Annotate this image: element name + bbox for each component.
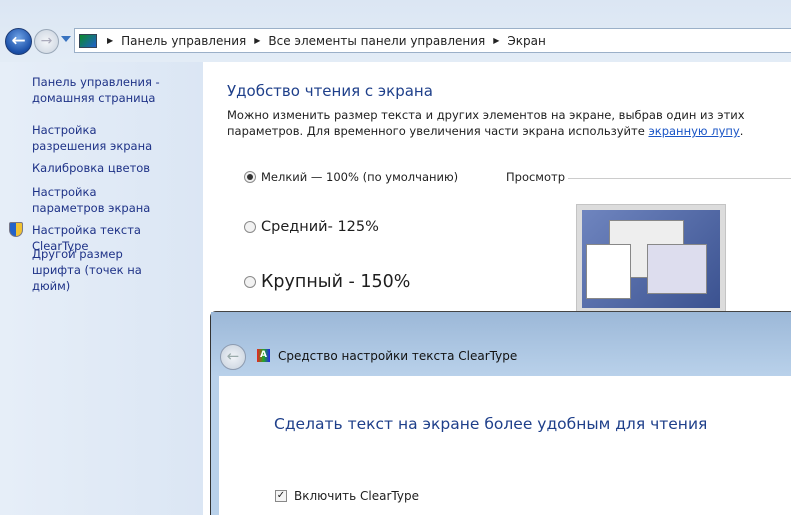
cleartype-body: Сделать текст на экране более удобным дл… bbox=[219, 376, 791, 515]
back-button[interactable]: ← bbox=[220, 344, 246, 370]
checkbox[interactable]: ✓ bbox=[275, 490, 287, 502]
option-large-label: Крупный - 150% bbox=[261, 272, 411, 292]
sidebar-item-home[interactable]: Панель управления - домашняя страница bbox=[32, 74, 162, 106]
cleartype-icon: A bbox=[257, 349, 270, 362]
recent-pages-dropdown[interactable] bbox=[61, 36, 71, 42]
forward-button[interactable]: → bbox=[34, 29, 59, 54]
address-bar[interactable]: ▶ Панель управления ▶ Все элементы панел… bbox=[74, 28, 791, 53]
preview-image bbox=[576, 204, 726, 314]
sidebar-item-dpi[interactable]: Другой размер шрифта (точек на дюйм) bbox=[32, 246, 172, 294]
sidebar-item-calibrate[interactable]: Калибровка цветов bbox=[32, 160, 197, 176]
back-button[interactable]: ← bbox=[5, 28, 32, 55]
option-medium[interactable]: Средний- 125% bbox=[244, 219, 379, 235]
cleartype-heading: Сделать текст на экране более удобным дл… bbox=[274, 415, 708, 433]
navigation-bar: ← → ▶ Панель управления ▶ Все элементы п… bbox=[0, 0, 791, 62]
cleartype-window-title: Средство настройки текста ClearType bbox=[278, 349, 518, 363]
radio-medium[interactable] bbox=[244, 221, 256, 233]
description: Можно изменить размер текста и других эл… bbox=[227, 107, 791, 139]
option-small-label: Мелкий — 100% (по умолчанию) bbox=[261, 170, 459, 184]
breadcrumb-separator[interactable]: ▶ bbox=[107, 36, 113, 45]
sidebar-item-resolution[interactable]: Настройка разрешения экрана bbox=[32, 122, 172, 154]
cleartype-title-bar: ← A Средство настройки текста ClearType bbox=[211, 312, 791, 376]
breadcrumb-all-items[interactable]: Все элементы панели управления bbox=[268, 34, 485, 48]
breadcrumb-control-panel[interactable]: Панель управления bbox=[121, 34, 246, 48]
breadcrumb-separator[interactable]: ▶ bbox=[254, 36, 260, 45]
option-medium-label: Средний- 125% bbox=[261, 219, 379, 235]
enable-cleartype-label: Включить ClearType bbox=[294, 489, 419, 503]
magnifier-link[interactable]: экранную лупу bbox=[648, 124, 739, 138]
option-large[interactable]: Крупный - 150% bbox=[244, 272, 410, 292]
description-period: . bbox=[739, 124, 744, 138]
control-panel-icon bbox=[79, 33, 97, 48]
sidebar: Панель управления - домашняя страница На… bbox=[0, 62, 203, 515]
page-title: Удобство чтения с экрана bbox=[227, 82, 433, 100]
preview-divider bbox=[568, 178, 791, 179]
breadcrumb-display[interactable]: Экран bbox=[507, 34, 545, 48]
option-small[interactable]: Мелкий — 100% (по умолчанию) bbox=[244, 170, 458, 184]
preview-label: Просмотр bbox=[506, 170, 566, 184]
radio-small[interactable] bbox=[244, 171, 256, 183]
cleartype-window: ← A Средство настройки текста ClearType … bbox=[210, 311, 791, 515]
shield-icon bbox=[9, 222, 23, 237]
sidebar-item-display-settings[interactable]: Настройка параметров экрана bbox=[32, 184, 172, 216]
breadcrumb-separator[interactable]: ▶ bbox=[493, 36, 499, 45]
enable-cleartype-checkbox[interactable]: ✓ Включить ClearType bbox=[275, 489, 419, 503]
radio-large[interactable] bbox=[244, 276, 256, 288]
